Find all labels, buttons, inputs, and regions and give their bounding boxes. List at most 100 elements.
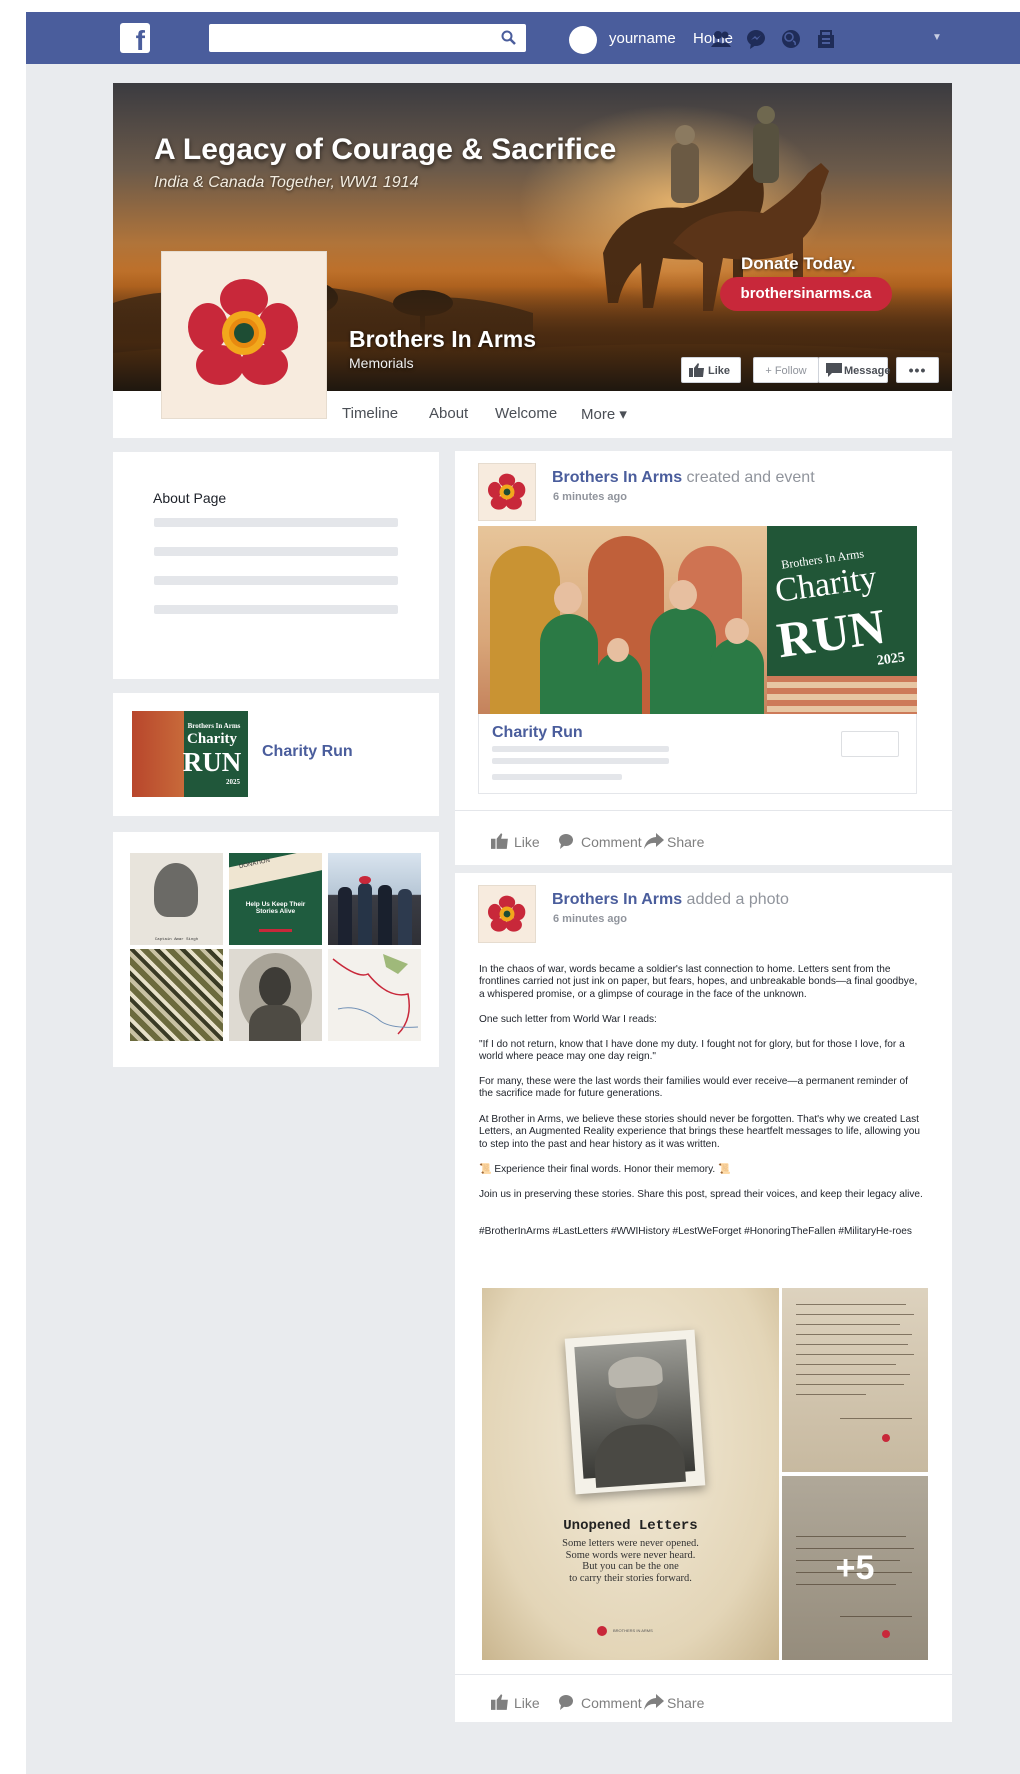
share-label: Share xyxy=(667,834,705,850)
message-label: Message xyxy=(844,365,891,377)
charity-run-banner: Brothers In Arms Charity RUN 2025 xyxy=(767,526,917,676)
poppy-logo-icon xyxy=(488,895,526,932)
banner-stripes xyxy=(767,676,917,714)
vintage-soldier-photo xyxy=(564,1329,706,1495)
banner-year: 2025 xyxy=(876,650,906,669)
tab-about[interactable]: About xyxy=(429,405,468,422)
post-author-link[interactable]: Brothers In Arms xyxy=(552,891,682,908)
divider xyxy=(455,810,952,811)
nav-username-link[interactable]: yourname xyxy=(609,30,676,47)
globe-icon[interactable] xyxy=(780,28,802,50)
handwritten-letter-photo[interactable]: +5 xyxy=(782,1476,928,1660)
event-card[interactable]: Brothers In Arms Charity RUN 2025 Charit… xyxy=(113,693,439,816)
post-author-link[interactable]: Brothers In Arms xyxy=(552,469,682,486)
photo-thumbnail[interactable] xyxy=(229,949,322,1041)
post-action-text: created and event xyxy=(682,469,815,486)
event-thumbnail[interactable]: Brothers In Arms Charity RUN 2025 xyxy=(132,711,248,797)
donate-text: Donate Today. xyxy=(741,254,856,273)
cover-headline: A Legacy of Courage & Sacrifice xyxy=(154,133,617,166)
more-photos-count[interactable]: +5 xyxy=(782,1476,928,1660)
unopened-letters-poster[interactable]: Unopened Letters Some letters were never… xyxy=(482,1288,779,1660)
poster-copy-text: Some letters were never opened. Some wor… xyxy=(562,1538,699,1584)
post-author-avatar[interactable] xyxy=(478,885,536,943)
poster-title: Unopened Letters xyxy=(563,1518,698,1534)
event-details[interactable]: Charity Run xyxy=(478,714,917,794)
poppy-logo-icon xyxy=(188,279,298,385)
post-hashtags[interactable]: #BrotherInArms #LastLetters #WWIHistory … xyxy=(479,1226,924,1238)
post-paragraph: One such letter from World War I reads: xyxy=(479,1014,657,1025)
page-category: Memorials xyxy=(349,355,414,371)
post-paragraph: For many, these were the last words thei… xyxy=(479,1076,908,1100)
post-paragraph: "If I do not return, know that I have do… xyxy=(479,1039,905,1063)
friends-icon[interactable] xyxy=(710,28,732,50)
comment-label: Comment xyxy=(581,834,642,850)
messenger-icon[interactable] xyxy=(745,28,767,50)
photo-thumbnail[interactable] xyxy=(328,853,421,945)
search-icon[interactable] xyxy=(500,29,518,47)
photo-caption: Captain Amar Singh xyxy=(154,938,199,942)
message-icon xyxy=(826,363,842,377)
handwritten-letter-photo[interactable] xyxy=(782,1288,928,1472)
poster-logo-text: BROTHERS IN ARMS xyxy=(613,1628,653,1633)
post-photo-grid[interactable]: Unopened Letters Some letters were never… xyxy=(482,1288,928,1660)
cover-subheadline: India & Canada Together, WW1 1914 xyxy=(154,174,419,191)
comment-icon xyxy=(559,1695,573,1710)
event-name-link[interactable]: Charity Run xyxy=(262,743,353,761)
donate-url-link[interactable]: brothersinarms.ca xyxy=(720,277,892,311)
message-button[interactable]: Message xyxy=(818,357,891,383)
event-title-link[interactable]: Charity Run xyxy=(492,724,583,742)
photo-thumbnail[interactable]: Captain Amar Singh xyxy=(130,853,223,945)
post-header: Brothers In Arms created and event xyxy=(552,469,815,487)
post-paragraph: Join us in preserving these stories. Sha… xyxy=(479,1189,923,1200)
map-illustration xyxy=(332,954,419,1035)
post-author-avatar[interactable] xyxy=(478,463,536,521)
top-navigation-bar: f yourname Home ▼ xyxy=(26,12,1020,64)
comment-label: Comment xyxy=(581,1695,642,1711)
share-icon xyxy=(644,1694,664,1710)
photo-thumbnail[interactable] xyxy=(328,949,421,1041)
search-input[interactable] xyxy=(209,24,526,52)
placeholder-line xyxy=(492,758,669,764)
donation-poster-title: Help Us Keep Their Stories Alive xyxy=(245,901,306,915)
photo-thumbnail[interactable] xyxy=(130,949,223,1041)
user-avatar[interactable] xyxy=(569,26,597,54)
divider xyxy=(455,1674,952,1675)
placeholder-line xyxy=(154,518,398,527)
event-thumb-year: 2025 xyxy=(226,778,240,786)
like-page-label: Like xyxy=(708,365,731,377)
comment-icon xyxy=(559,834,573,849)
poster-copy: Some letters were never opened. Some wor… xyxy=(482,1538,779,1584)
event-thumb-brand: Brothers In Arms xyxy=(187,722,241,730)
post-event-created: Brothers In Arms created and event 6 min… xyxy=(455,451,952,865)
event-thumb-run: RUN xyxy=(182,747,242,777)
poppy-logo-icon xyxy=(488,473,526,510)
runner xyxy=(710,638,764,714)
post-timestamp[interactable]: 6 minutes ago xyxy=(553,491,627,503)
runner xyxy=(540,614,598,714)
about-card-title[interactable]: About Page xyxy=(153,490,226,506)
like-page-button[interactable]: Like xyxy=(681,357,741,383)
facebook-logo-icon[interactable]: f xyxy=(120,23,150,56)
share-icon xyxy=(644,833,664,849)
tab-more[interactable]: More ▾ xyxy=(581,405,627,423)
like-label: Like xyxy=(514,1695,540,1711)
page-profile-picture[interactable] xyxy=(161,251,327,419)
more-options-button[interactable]: ••• xyxy=(896,357,939,383)
about-card: About Page xyxy=(113,452,439,679)
event-banner-image[interactable]: Brothers In Arms Charity RUN 2025 xyxy=(478,526,917,714)
tab-welcome[interactable]: Welcome xyxy=(495,405,557,422)
event-interested-button[interactable] xyxy=(841,731,899,757)
tab-timeline[interactable]: Timeline xyxy=(342,405,398,422)
photo-thumbnail[interactable]: DONATION Help Us Keep Their Stories Aliv… xyxy=(229,853,322,945)
post-timestamp[interactable]: 6 minutes ago xyxy=(553,913,627,925)
post-paragraph: 📜 Experience their final words. Honor th… xyxy=(479,1164,731,1175)
marketplace-icon[interactable] xyxy=(815,28,837,50)
poppy-logo-icon xyxy=(597,1626,607,1636)
follow-button[interactable]: + Follow xyxy=(753,357,819,383)
page-name[interactable]: Brothers In Arms xyxy=(349,326,536,353)
like-label: Like xyxy=(514,834,540,850)
account-menu-caret-icon[interactable]: ▼ xyxy=(932,32,942,43)
placeholder-line xyxy=(154,547,398,556)
runner xyxy=(650,608,716,714)
post-added-photo: Brothers In Arms added a photo 6 minutes… xyxy=(455,873,952,1722)
